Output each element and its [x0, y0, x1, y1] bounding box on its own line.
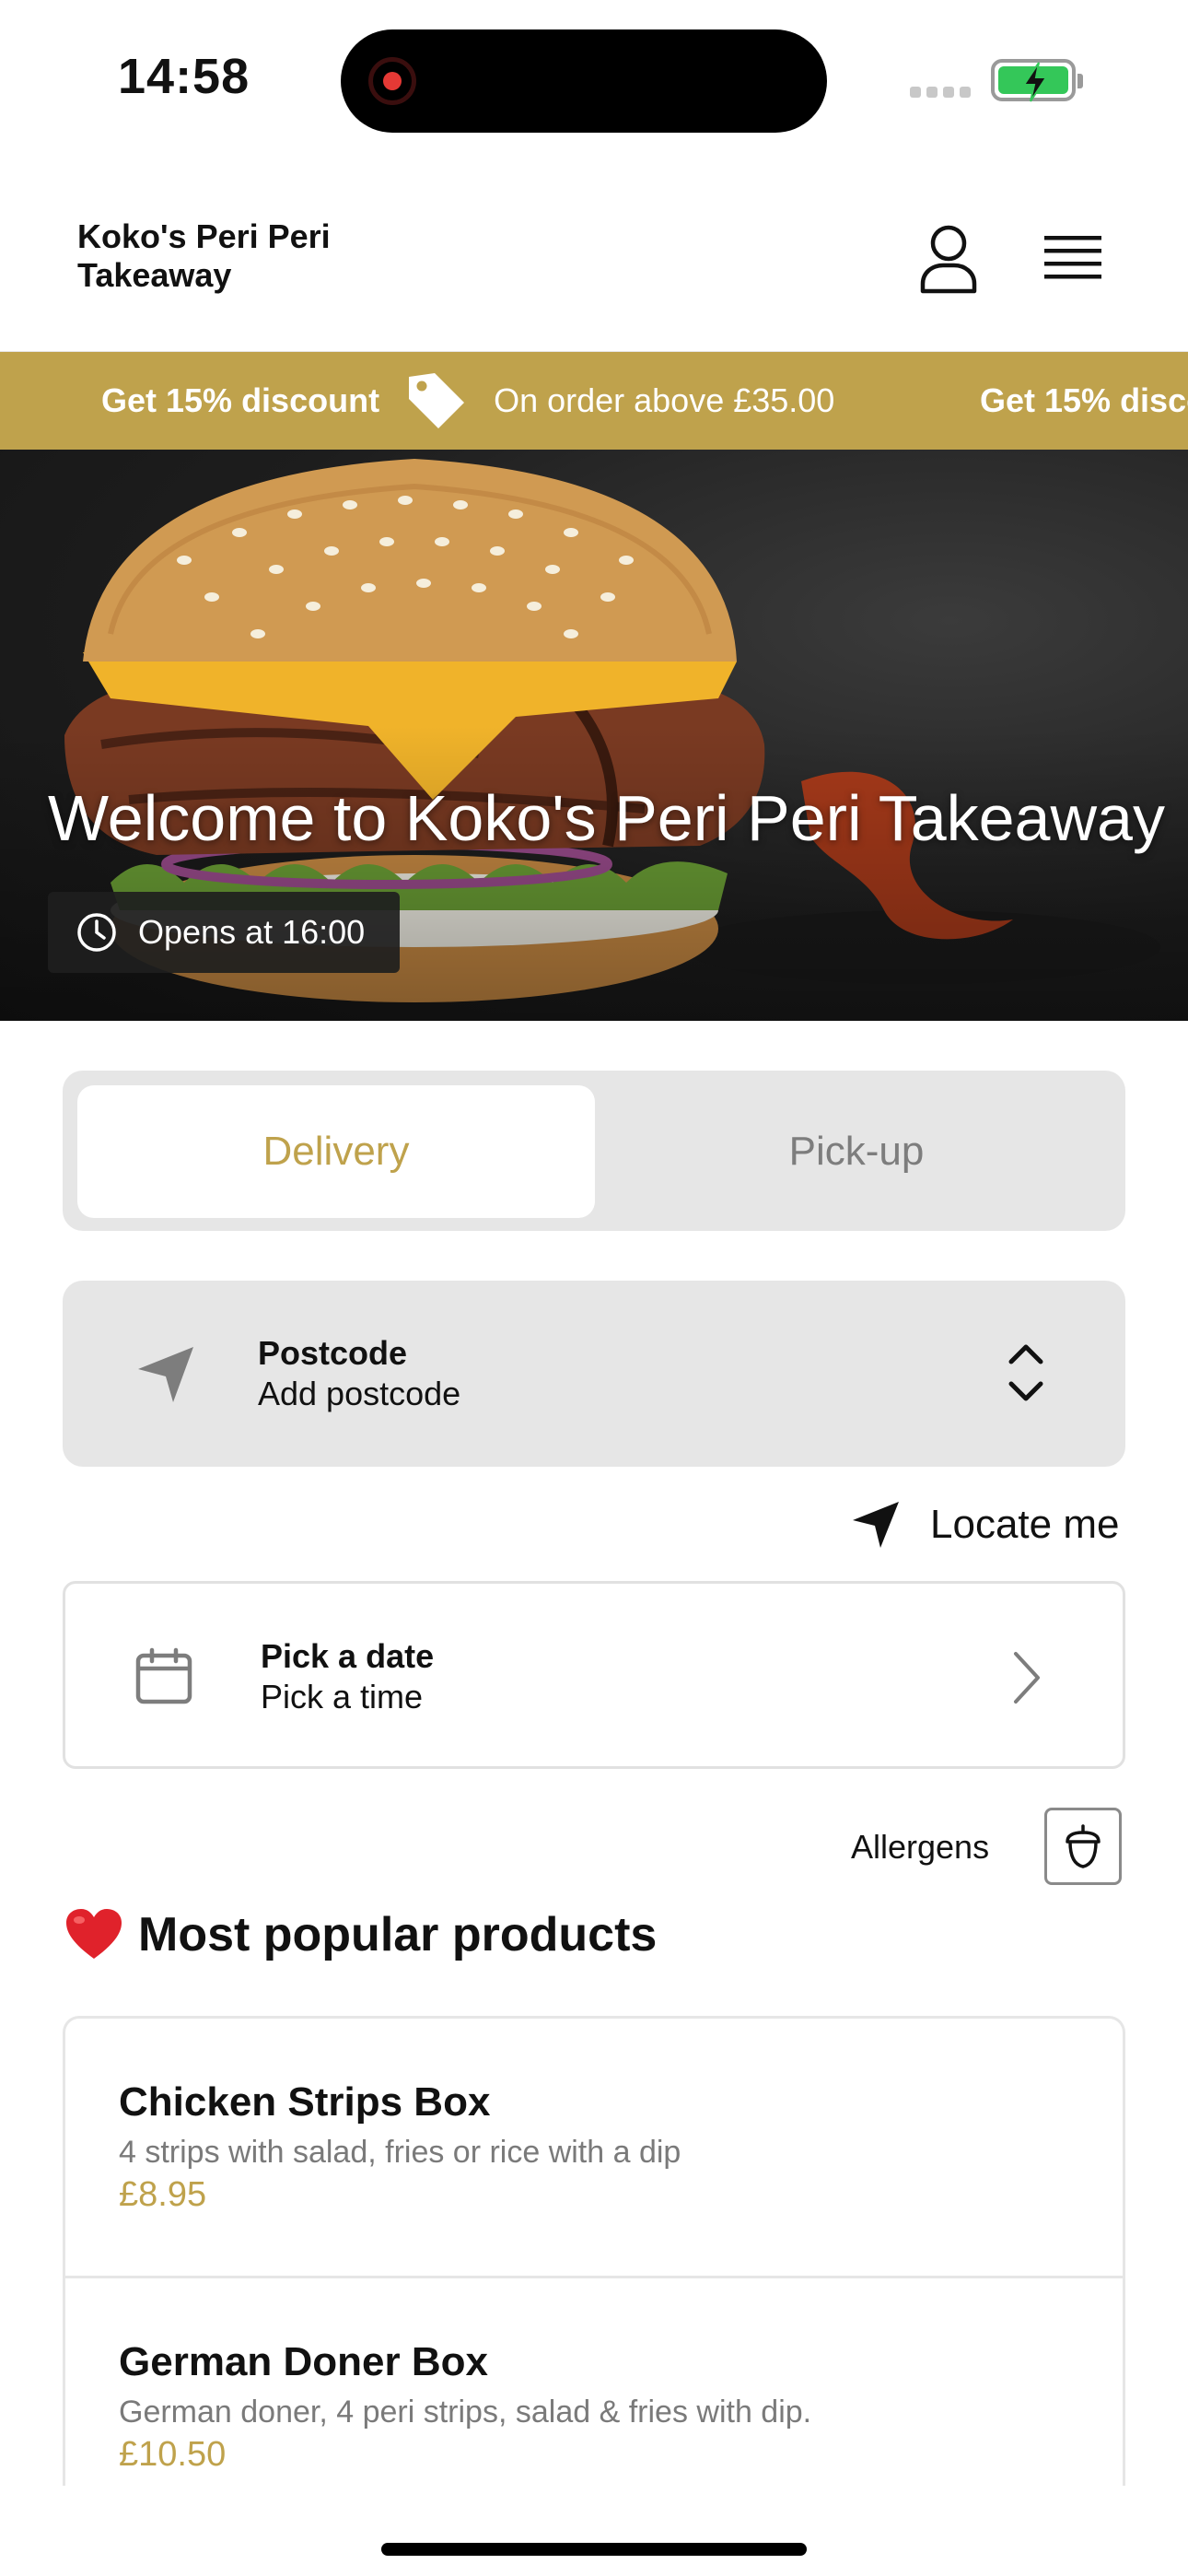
- heart-icon: [66, 1909, 122, 1959]
- product-description: 4 strips with salad, fries or rice with …: [119, 2135, 681, 2170]
- opening-hours-badge: Opens at 16:00: [48, 892, 400, 973]
- pick-date-label: Pick a date: [261, 1637, 435, 1675]
- dynamic-island: [341, 29, 827, 133]
- clock-icon: [77, 913, 116, 952]
- promo-headline: Get 15% discount: [980, 381, 1188, 419]
- chevron-up-down-icon: [1008, 1344, 1043, 1401]
- hero-banner: Welcome to Koko's Peri Peri Takeaway Ope…: [0, 450, 1188, 1021]
- home-indicator[interactable]: [381, 2543, 807, 2556]
- acorn-icon: [1066, 1824, 1101, 1868]
- promo-item: Get 15% discount: [980, 352, 1188, 450]
- opening-hours-text: Opens at 16:00: [138, 913, 366, 951]
- section-title: Most popular products: [64, 1907, 657, 1962]
- navigation-icon: [138, 1347, 193, 1402]
- app-header: Koko's Peri Peri Takeaway: [0, 157, 1188, 352]
- battery-icon: [991, 59, 1083, 102]
- product-price: £10.50: [119, 2435, 227, 2474]
- product-price: £8.95: [119, 2175, 207, 2214]
- promo-item: Get 15% discount On order above £35.00: [101, 352, 834, 450]
- status-time: 14:58: [118, 49, 250, 104]
- record-icon: [368, 57, 416, 105]
- section-title-text: Most popular products: [138, 1908, 658, 1961]
- order-mode-toggle: Delivery Pick-up: [63, 1071, 1125, 1231]
- locate-me-button[interactable]: Locate me: [851, 1493, 1119, 1557]
- tab-pickup[interactable]: Pick-up: [602, 1085, 1111, 1218]
- menu-icon[interactable]: [1037, 223, 1111, 287]
- navigation-icon: [853, 1502, 899, 1548]
- user-icon[interactable]: [912, 221, 985, 295]
- pick-time-label: Pick a time: [261, 1678, 424, 1715]
- postcode-label: Postcode: [258, 1334, 408, 1372]
- postcode-value: Add postcode: [258, 1375, 461, 1412]
- chevron-right-icon: [1014, 1652, 1040, 1704]
- product-name: German Doner Box: [119, 2339, 488, 2384]
- product-name: Chicken Strips Box: [119, 2079, 491, 2125]
- product-card[interactable]: Chicken Strips Box 4 strips with salad, …: [65, 2019, 1123, 2278]
- promo-headline: Get 15% discount: [101, 381, 380, 419]
- locate-me-label: Locate me: [930, 1502, 1120, 1547]
- status-bar: 14:58: [0, 0, 1188, 157]
- promo-banner: Get 15% discount On order above £35.00 G…: [0, 352, 1188, 450]
- allergens-label: Allergens: [851, 1828, 990, 1866]
- product-list: Chicken Strips Box 4 strips with salad, …: [63, 2016, 1125, 2486]
- hero-title: Welcome to Koko's Peri Peri Takeaway: [48, 782, 1165, 854]
- promo-text: On order above £35.00: [494, 381, 835, 419]
- brand-name[interactable]: Koko's Peri Peri Takeaway: [77, 217, 390, 295]
- product-description: German doner, 4 peri strips, salad & fri…: [119, 2395, 812, 2430]
- tab-delivery[interactable]: Delivery: [77, 1085, 595, 1218]
- postcode-selector[interactable]: Postcode Add postcode: [63, 1281, 1125, 1467]
- tag-icon: [409, 373, 465, 428]
- signal-icon: [910, 87, 971, 98]
- allergens-button[interactable]: [1044, 1808, 1122, 1885]
- calendar-icon: [135, 1647, 192, 1704]
- product-card[interactable]: German Doner Box German doner, 4 peri st…: [65, 2278, 1123, 2486]
- schedule-picker[interactable]: Pick a date Pick a time: [63, 1581, 1125, 1769]
